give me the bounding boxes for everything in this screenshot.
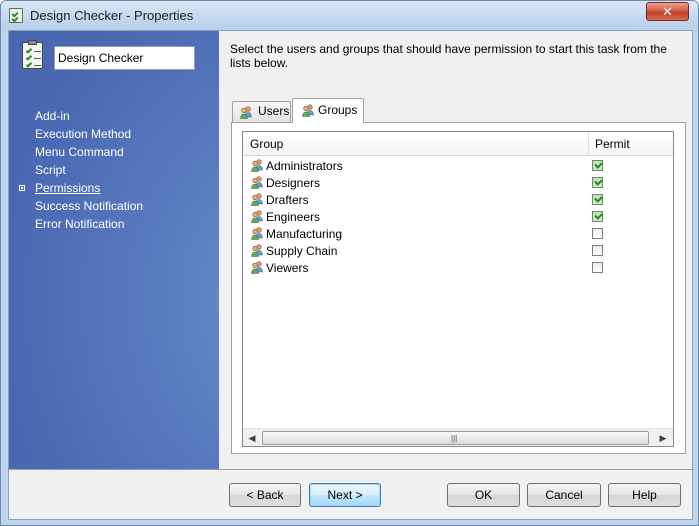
permit-checkbox[interactable] (592, 177, 603, 188)
sidebar-nav: Add-in Execution Method Menu Command Scr… (9, 107, 219, 233)
window-title: Design Checker - Properties (30, 8, 194, 23)
table-row[interactable]: Manufacturing (243, 225, 673, 242)
task-name-field[interactable]: Design Checker (54, 46, 195, 70)
users-group-icon (251, 210, 263, 223)
groups-list[interactable]: Group Permit Administrators Designers Draf… (242, 131, 674, 447)
sidebar-item-success-notification[interactable]: Success Notification (9, 197, 219, 215)
dialog-body: Design Checker Add-in Execution Method M… (8, 30, 694, 520)
permit-checkbox[interactable] (592, 194, 603, 205)
column-divider[interactable] (588, 132, 589, 156)
back-button[interactable]: < Back (229, 483, 301, 507)
title-bar[interactable]: Design Checker - Properties ✕ (1, 1, 698, 30)
group-name: Administrators (266, 159, 343, 173)
table-row[interactable]: Administrators (243, 157, 673, 174)
table-row[interactable]: Drafters (243, 191, 673, 208)
sidebar-item-permissions[interactable]: Permissions (9, 179, 219, 197)
permit-checkbox[interactable] (592, 211, 603, 222)
grip-icon: ||| (451, 434, 458, 443)
column-header-permit[interactable]: Permit (595, 137, 630, 151)
users-group-icon (251, 176, 263, 189)
sidebar-item-menu-command[interactable]: Menu Command (9, 143, 219, 161)
permit-checkbox[interactable] (592, 245, 603, 256)
users-group-icon (251, 193, 263, 206)
footer-divider (9, 469, 694, 470)
selected-bullet-icon (19, 185, 25, 191)
table-row[interactable]: Viewers (243, 259, 673, 276)
users-group-icon (240, 106, 252, 119)
column-header-group[interactable]: Group (250, 137, 283, 151)
horizontal-scrollbar[interactable]: ◀ ||| ▶ (243, 428, 673, 446)
list-header: Group Permit (243, 132, 673, 156)
permit-checkbox[interactable] (592, 228, 603, 239)
cancel-button[interactable]: Cancel (527, 483, 601, 507)
tab-groups[interactable]: Groups (292, 98, 364, 123)
users-group-icon (251, 261, 263, 274)
table-row[interactable]: Designers (243, 174, 673, 191)
group-name: Manufacturing (266, 227, 343, 241)
permit-checkbox[interactable] (592, 262, 603, 273)
sidebar-item-execution-method[interactable]: Execution Method (9, 125, 219, 143)
users-group-icon (251, 244, 263, 257)
table-row[interactable]: Supply Chain (243, 242, 673, 259)
scroll-right-icon[interactable]: ▶ (656, 431, 670, 445)
group-name: Engineers (266, 210, 321, 224)
sidebar-item-script[interactable]: Script (9, 161, 219, 179)
group-name: Supply Chain (266, 244, 338, 258)
groups-tab-panel: Group Permit Administrators Designers Draf… (231, 122, 686, 454)
ok-button[interactable]: OK (447, 483, 520, 507)
group-name: Viewers (266, 261, 309, 275)
permit-checkbox[interactable] (592, 160, 603, 171)
sidebar-item-add-in[interactable]: Add-in (9, 107, 219, 125)
users-group-icon (251, 227, 263, 240)
next-button[interactable]: Next > (309, 483, 381, 507)
scrollbar-thumb[interactable]: ||| (262, 431, 649, 445)
close-button[interactable]: ✕ (646, 2, 689, 21)
users-group-icon (251, 159, 263, 172)
group-name: Drafters (266, 193, 309, 207)
table-row[interactable]: Engineers (243, 208, 673, 225)
clipboard-checklist-icon (22, 40, 43, 69)
help-button[interactable]: Help (608, 483, 681, 507)
users-group-icon (302, 104, 314, 117)
instructions-text: Select the users and groups that should … (230, 42, 667, 70)
group-name: Designers (266, 176, 321, 190)
properties-window: Design Checker - Properties ✕ Design Che… (0, 0, 699, 526)
tab-users[interactable]: Users (232, 101, 291, 122)
checklist-icon (9, 8, 23, 23)
sidebar: Design Checker Add-in Execution Method M… (9, 31, 219, 469)
sidebar-item-error-notification[interactable]: Error Notification (9, 215, 219, 233)
scroll-left-icon[interactable]: ◀ (245, 431, 259, 445)
